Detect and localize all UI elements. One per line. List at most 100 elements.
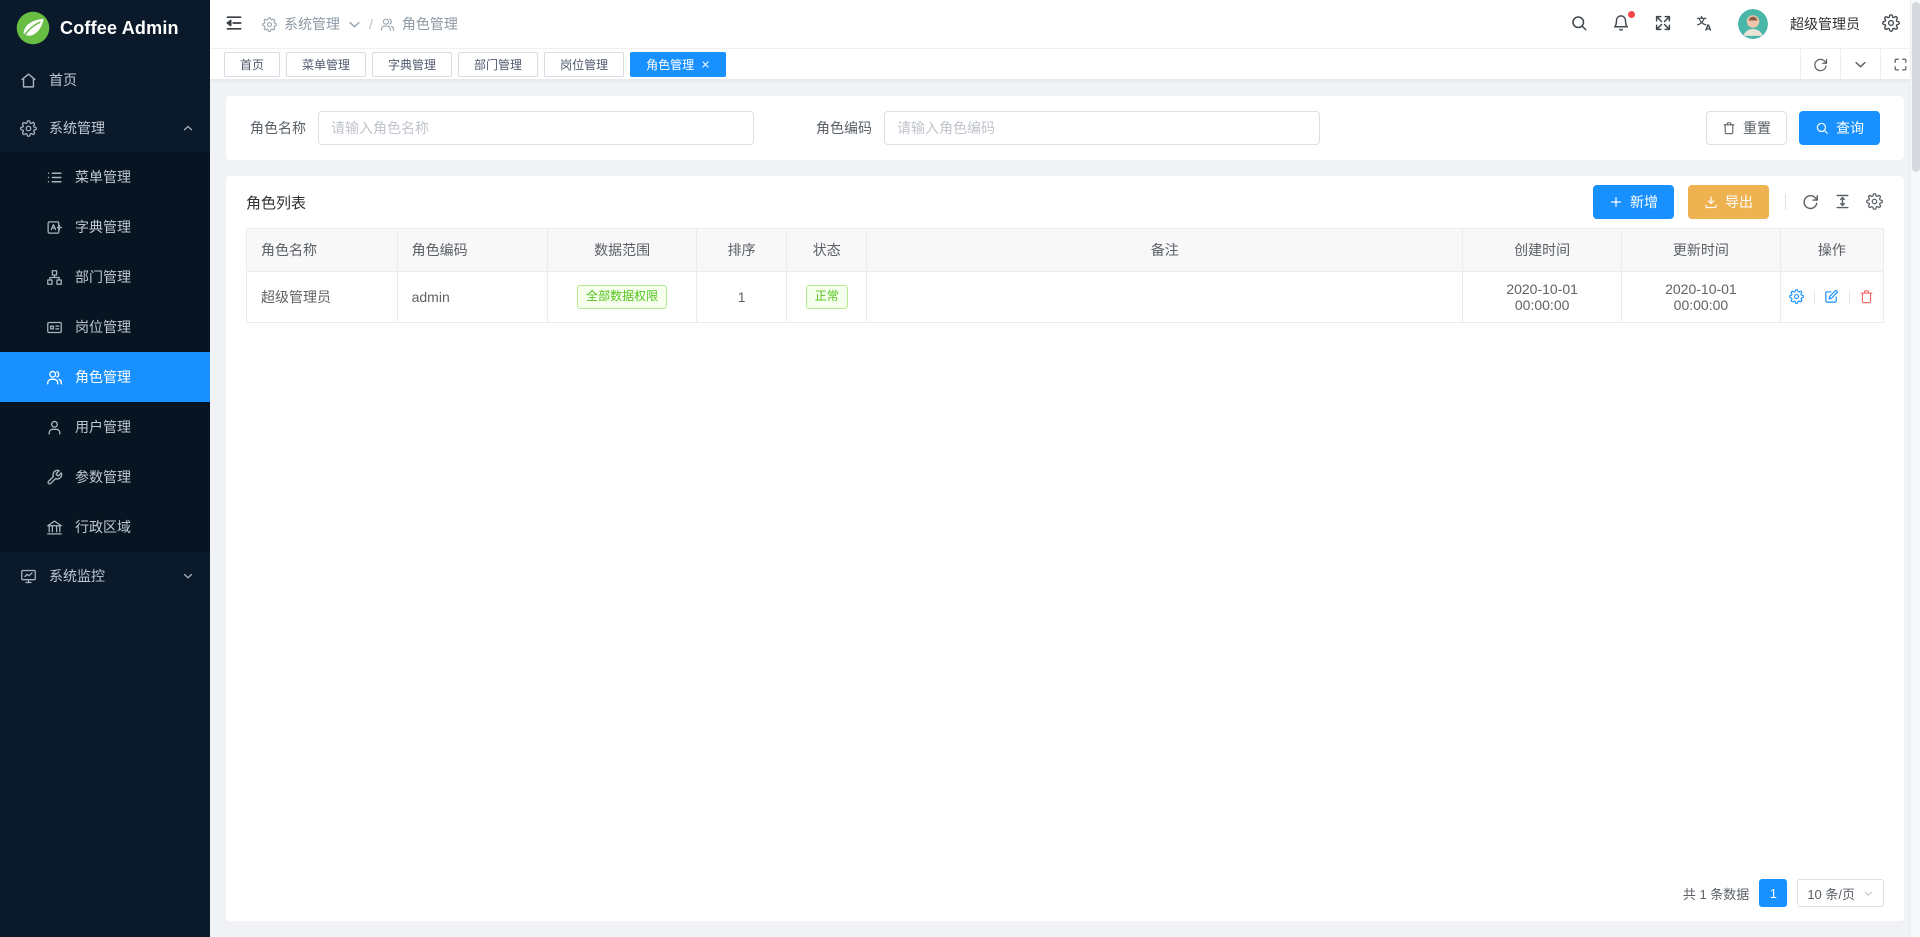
sidebar-item-home[interactable]: 首页 — [0, 56, 210, 104]
sidebar-collapse-button[interactable] — [224, 13, 246, 35]
role-code-input[interactable] — [884, 111, 1320, 145]
sidebar-item-label: 菜单管理 — [75, 167, 131, 187]
sidebar-item-user-mgmt[interactable]: 用户管理 — [0, 402, 210, 452]
add-label: 新增 — [1630, 192, 1658, 212]
app-title: Coffee Admin — [60, 18, 179, 39]
wrench-icon — [46, 469, 63, 486]
tab-role-mgmt[interactable]: 角色管理 — [630, 52, 726, 77]
tabs-refresh-button[interactable] — [1800, 49, 1840, 79]
user-icon — [46, 419, 63, 436]
col-sort[interactable]: 排序 — [697, 229, 787, 272]
tabs-menu-button[interactable] — [1840, 49, 1880, 79]
sidebar-item-dept-mgmt[interactable]: 部门管理 — [0, 252, 210, 302]
plus-icon — [1609, 195, 1623, 209]
col-data-scope[interactable]: 数据范围 — [548, 229, 697, 272]
browser-scrollbar[interactable] — [1910, 0, 1920, 937]
collapse-icon — [224, 13, 244, 33]
cell-remark — [867, 272, 1463, 323]
close-icon[interactable] — [701, 60, 710, 69]
notifications-button[interactable] — [1612, 14, 1632, 34]
action-divider — [1849, 291, 1850, 304]
language-button[interactable] — [1696, 14, 1716, 34]
role-name-label: 角色名称 — [250, 118, 306, 138]
scrollbar-thumb[interactable] — [1912, 2, 1920, 172]
tab-label: 首页 — [240, 56, 264, 73]
sidebar-item-post-mgmt[interactable]: 岗位管理 — [0, 302, 210, 352]
status-badge: 正常 — [806, 285, 848, 309]
navbar-actions: 超级管理员 — [1570, 9, 1902, 39]
row-height-button[interactable] — [1834, 193, 1852, 211]
reset-button[interactable]: 重置 — [1706, 111, 1787, 145]
col-created[interactable]: 创建时间 — [1463, 229, 1622, 272]
tab-post-mgmt[interactable]: 岗位管理 — [544, 52, 624, 77]
col-status[interactable]: 状态 — [787, 229, 867, 272]
role-list-panel: 角色列表 新增 导出 — [226, 176, 1904, 921]
col-role-code[interactable]: 角色编码 — [397, 229, 548, 272]
app-logo: Coffee Admin — [0, 0, 210, 56]
tab-menu-mgmt[interactable]: 菜单管理 — [286, 52, 366, 77]
user-avatar[interactable] — [1738, 9, 1768, 39]
search-button[interactable]: 查询 — [1799, 111, 1880, 145]
sidebar-item-dict-mgmt[interactable]: 字典管理 — [0, 202, 210, 252]
tab-home[interactable]: 首页 — [224, 52, 280, 77]
table-refresh-button[interactable] — [1802, 193, 1820, 211]
cell-updated: 2020-10-01 00:00:00 — [1622, 272, 1781, 323]
gear-icon — [20, 120, 37, 137]
search-icon — [1570, 14, 1588, 32]
col-updated[interactable]: 更新时间 — [1622, 229, 1781, 272]
org-tree-icon — [46, 269, 63, 286]
sidebar-item-label: 参数管理 — [75, 467, 131, 487]
users-icon — [380, 17, 395, 32]
sidebar-item-label: 行政区域 — [75, 517, 131, 537]
main-area: 系统管理 / 角色管理 — [210, 0, 1920, 937]
gear-icon — [1882, 14, 1900, 32]
sidebar-item-monitor[interactable]: 系统监控 — [0, 552, 210, 600]
breadcrumb-separator: / — [369, 16, 373, 32]
fullscreen-icon — [1654, 14, 1672, 32]
cell-status: 正常 — [787, 272, 867, 323]
settings-button[interactable] — [1882, 14, 1902, 34]
col-role-name[interactable]: 角色名称 — [247, 229, 398, 272]
tab-dept-mgmt[interactable]: 部门管理 — [458, 52, 538, 77]
cell-role-code: admin — [397, 272, 548, 323]
fullscreen-button[interactable] — [1654, 14, 1674, 34]
row-edit-button[interactable] — [1824, 289, 1840, 305]
row-permissions-button[interactable] — [1789, 289, 1805, 305]
sidebar-item-param-mgmt[interactable]: 参数管理 — [0, 452, 210, 502]
notification-dot — [1628, 11, 1635, 18]
current-username[interactable]: 超级管理员 — [1790, 14, 1860, 34]
action-divider — [1814, 291, 1815, 304]
export-button[interactable]: 导出 — [1688, 185, 1769, 219]
role-code-label: 角色编码 — [816, 118, 872, 138]
column-settings-button[interactable] — [1866, 193, 1884, 211]
search-button[interactable] — [1570, 14, 1590, 34]
sidebar-item-system[interactable]: 系统管理 — [0, 104, 210, 152]
app-root: Coffee Admin 首页 系统管理 菜单管理 字典管理 部门管理 — [0, 0, 1920, 937]
sidebar-item-menu-mgmt[interactable]: 菜单管理 — [0, 152, 210, 202]
sidebar-item-region[interactable]: 行政区域 — [0, 502, 210, 552]
table-row[interactable]: 超级管理员 admin 全部数据权限 1 正常 2020-10-01 00:00… — [247, 272, 1884, 323]
chevron-down-icon — [1853, 57, 1868, 72]
role-name-input[interactable] — [318, 111, 754, 145]
add-button[interactable]: 新增 — [1593, 185, 1674, 219]
row-delete-button[interactable] — [1859, 289, 1875, 305]
col-remark[interactable]: 备注 — [867, 229, 1463, 272]
breadcrumb-level1[interactable]: 系统管理 — [284, 14, 340, 34]
trash-icon — [1859, 289, 1874, 304]
page-content: 角色名称 角色编码 重置 查询 — [210, 80, 1920, 937]
translate-icon — [1696, 14, 1714, 32]
sidebar-item-label: 角色管理 — [75, 367, 131, 387]
tab-dict-mgmt[interactable]: 字典管理 — [372, 52, 452, 77]
home-icon — [20, 72, 37, 89]
avatar-icon — [1738, 9, 1768, 39]
cell-actions — [1780, 272, 1883, 323]
cell-role-name: 超级管理员 — [247, 272, 398, 323]
sidebar-item-role-mgmt[interactable]: 角色管理 — [0, 352, 210, 402]
col-actions: 操作 — [1780, 229, 1883, 272]
tab-label: 字典管理 — [388, 56, 436, 73]
chevron-down-icon — [1863, 888, 1874, 899]
page-button-1[interactable]: 1 — [1759, 879, 1787, 907]
page-size-select[interactable]: 10 条/页 — [1797, 879, 1884, 907]
sidebar-item-label: 部门管理 — [75, 267, 131, 287]
top-navbar: 系统管理 / 角色管理 — [210, 0, 1920, 49]
